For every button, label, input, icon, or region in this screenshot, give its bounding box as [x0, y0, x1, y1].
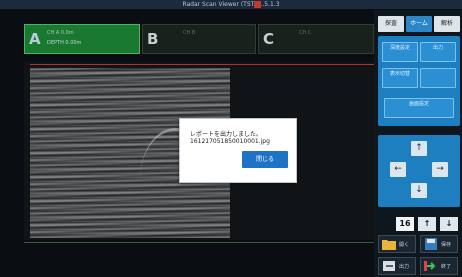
tab-analysis[interactable]: 解析	[434, 16, 460, 32]
open-button[interactable]: 開く	[378, 235, 416, 253]
channel-bar: A CH A 0.0m DEPTH 0.00m B CH B C CH C	[24, 24, 374, 54]
channel-info: CH A 0.0m	[47, 30, 74, 36]
channel-depth: DEPTH 0.00m	[47, 40, 82, 46]
export-icon	[383, 261, 395, 271]
arrow-pad: ↑ ← → ↓	[378, 135, 460, 207]
option-button[interactable]	[420, 68, 456, 88]
close-dialog-button[interactable]: 閉じる	[242, 151, 288, 168]
depth-setting-button[interactable]: 深度設定	[382, 42, 418, 62]
open-label: 開く	[399, 242, 410, 248]
file-row: 開く 保存	[378, 235, 460, 253]
channel-b[interactable]: B CH B	[142, 24, 256, 54]
channel-letter: C	[263, 30, 275, 48]
arrow-down-icon[interactable]: ↓	[411, 183, 427, 198]
tab-scan[interactable]: 探査	[378, 16, 404, 32]
settings-box: 深度設定 出力 表示切替 画面設定	[378, 36, 460, 126]
channel-letter: B	[147, 30, 159, 48]
channel-letter: A	[29, 30, 41, 48]
export-button[interactable]: 出力	[378, 257, 416, 275]
arrow-left-icon[interactable]: ←	[390, 162, 406, 177]
count-value: 16	[396, 217, 414, 231]
count-row: 16 ↑ ↓	[378, 217, 460, 231]
save-label: 保存	[441, 242, 452, 248]
depth-axis	[0, 62, 24, 240]
control-panel: 探査 ホーム 解析 深度設定 出力 表示切替 画面設定 ↑ ← → ↓ 16 ↑…	[374, 10, 462, 277]
title-bar: Radar Scan Viewer (TST) 1.5.1.3	[0, 0, 462, 9]
distance-scale	[24, 242, 374, 257]
action-row: 出力 終了	[378, 257, 460, 275]
channel-c[interactable]: C CH C	[258, 24, 374, 54]
arrow-up-icon[interactable]: ↑	[411, 141, 427, 156]
report-dialog: レポートを出力しました。 161217051850010001.jpg 閉じる	[179, 118, 297, 183]
screen-setting-button[interactable]: 画面設定	[384, 98, 454, 118]
channel-info: CH B	[183, 30, 196, 36]
exit-label: 終了	[441, 264, 452, 270]
tab-home[interactable]: ホーム	[406, 16, 432, 32]
channel-a[interactable]: A CH A 0.0m DEPTH 0.00m	[24, 24, 140, 54]
exit-icon	[424, 261, 436, 271]
output-button[interactable]: 出力	[420, 42, 456, 62]
arrow-right-icon[interactable]: →	[432, 162, 448, 177]
dialog-filename: 161217051850010001.jpg	[190, 138, 270, 145]
count-down-button[interactable]: ↓	[440, 217, 458, 231]
dialog-message: レポートを出力しました。	[190, 131, 263, 138]
folder-icon	[382, 240, 396, 250]
mode-tabs: 探査 ホーム 解析	[378, 16, 460, 32]
channel-info: CH C	[299, 30, 312, 36]
count-up-button[interactable]: ↑	[418, 217, 436, 231]
save-icon	[425, 238, 437, 250]
export-label: 出力	[399, 264, 410, 270]
save-button[interactable]: 保存	[420, 235, 458, 253]
exit-button[interactable]: 終了	[420, 257, 458, 275]
view-toggle-button[interactable]: 表示切替	[382, 68, 418, 88]
close-icon[interactable]	[254, 1, 261, 8]
window-title: Radar Scan Viewer (TST) 1.5.1.3	[182, 1, 280, 8]
cursor-line	[30, 64, 374, 65]
